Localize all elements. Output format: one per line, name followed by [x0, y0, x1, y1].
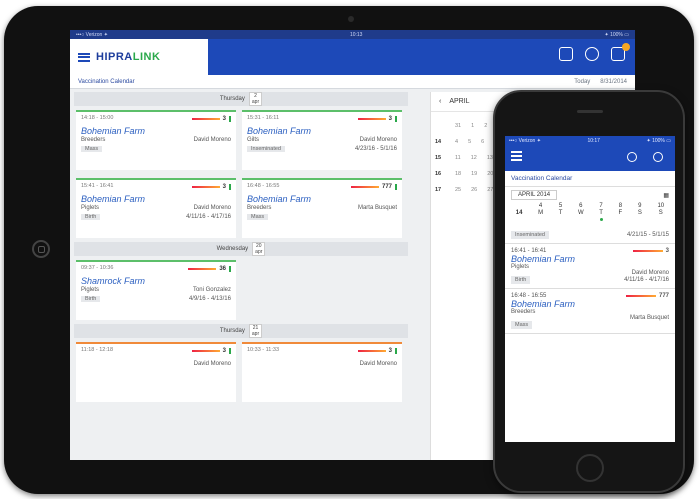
- chat-icon[interactable]: [559, 47, 573, 61]
- week-day[interactable]: 7T: [599, 203, 603, 221]
- status-badge: Inseminated: [247, 146, 285, 152]
- phone-screen: •••○ Verizon ✦ 10:17 ✦ 100% ▭ Vaccination …: [505, 136, 675, 442]
- day-header: Wednesday 20 apr: [74, 242, 408, 256]
- phone-speaker: [577, 110, 603, 113]
- home-button-icon[interactable]: [32, 240, 50, 258]
- vaccination-card[interactable]: 11:18 - 12:18 3 David Moreno: [76, 342, 236, 402]
- farm-name: Bohemian Farm: [247, 194, 312, 204]
- brand-logo[interactable]: HIPRALINK: [96, 51, 160, 63]
- chevron-left-icon[interactable]: ‹: [439, 98, 441, 105]
- status-badge: Birth: [511, 276, 531, 284]
- farm-name: Bohemian Farm: [81, 194, 146, 204]
- vaccination-card[interactable]: 15:41 - 16:41 3 Bohemian Farm Piglets Dav…: [76, 178, 236, 238]
- list-item[interactable]: 16:41 - 16:41 3 Bohemian Farm Piglets Dav…: [505, 244, 675, 289]
- farm-name: Shamrock Farm: [81, 276, 146, 286]
- week-day[interactable]: 8F: [619, 203, 623, 221]
- tablet-camera: [348, 16, 354, 22]
- page-title: Vaccination Calendar: [505, 171, 675, 187]
- menu-icon[interactable]: [511, 151, 522, 161]
- farm-name: Bohemian Farm: [511, 299, 576, 309]
- phone-status-bar: •••○ Verizon ✦ 10:17 ✦ 100% ▭: [505, 136, 675, 145]
- phone-header: [505, 145, 675, 171]
- week-day[interactable]: 4M: [538, 203, 543, 221]
- list-item[interactable]: 16:48 - 16:55 777 Bohemian Farm Breeders …: [505, 289, 675, 334]
- week-day[interactable]: 9S: [638, 203, 642, 221]
- status-bar: •••○ Verizon ✦ 10:13 ✦ 100% ▭: [70, 30, 635, 39]
- status-badge: Mass: [81, 146, 103, 152]
- week-day[interactable]: 5T: [559, 203, 563, 221]
- app-header: HIPRALINK: [70, 39, 635, 75]
- vaccination-card[interactable]: 09:37 - 10:36 36 Shamrock Farm Piglets To…: [76, 260, 236, 320]
- battery-text: ✦ 100% ▭: [604, 31, 629, 38]
- calendar-icon[interactable]: ▦: [663, 192, 669, 199]
- status-badge: Birth: [81, 296, 101, 302]
- home-button-icon[interactable]: [576, 454, 604, 482]
- clock-text: 10:13: [349, 31, 363, 38]
- week-day[interactable]: 10 S: [657, 203, 664, 221]
- month-title: APRIL: [449, 98, 470, 105]
- list-item[interactable]: Inseminated 4/21/15 - 5/1/15: [505, 227, 675, 244]
- week-strip: 14 4M 5T 6W 7T 8F 9S 10 S: [505, 203, 675, 221]
- header-actions: [559, 43, 630, 61]
- carrier-text: •••○ Verizon ✦: [76, 31, 108, 38]
- settings-icon[interactable]: [627, 152, 637, 162]
- device-scene: •••○ Verizon ✦ 10:13 ✦ 100% ▭ HIPRALINK …: [0, 0, 699, 499]
- today-button[interactable]: Today: [574, 79, 590, 85]
- calendar-list: Thursday 2 apr 14:18 - 15:00 3 Bohemian F…: [74, 92, 408, 460]
- farm-name: Bohemian Farm: [81, 126, 146, 136]
- phone-frame: •••○ Verizon ✦ 10:17 ✦ 100% ▭ Vaccination …: [493, 90, 685, 493]
- settings-icon[interactable]: [585, 47, 599, 61]
- vaccination-card[interactable]: 16:48 - 16:55 777 Bohemian Farm Breeders…: [242, 178, 402, 238]
- farm-name: Bohemian Farm: [511, 254, 576, 264]
- status-badge: Inseminated: [511, 231, 549, 239]
- month-select[interactable]: APRIL 2014: [511, 190, 558, 200]
- subheader: Vaccination Calendar Today 8/31/2014: [70, 75, 635, 89]
- farm-name: Bohemian Farm: [247, 126, 312, 136]
- day-header: Thursday 21 apr: [74, 324, 408, 338]
- status-badge: Birth: [81, 214, 101, 220]
- week-day[interactable]: 6W: [578, 203, 584, 221]
- vaccination-card[interactable]: 14:18 - 15:00 3 Bohemian Farm Breeders Da…: [76, 110, 236, 170]
- status-badge: Mass: [511, 321, 533, 329]
- vaccination-card[interactable]: 10:33 - 11:33 3 David Moreno: [242, 342, 402, 402]
- status-badge: Mass: [247, 214, 269, 220]
- page-title: Vaccination Calendar: [78, 78, 135, 85]
- day-header: Thursday 2 apr: [74, 92, 408, 106]
- notifications-icon[interactable]: [611, 43, 630, 61]
- menu-icon[interactable]: [78, 52, 90, 62]
- vaccination-card[interactable]: 15:31 - 16:11 3 Bohemian Farm Gilts David…: [242, 110, 402, 170]
- brand-area: HIPRALINK: [70, 39, 208, 75]
- date-selector[interactable]: 8/31/2014: [600, 79, 627, 85]
- notifications-icon[interactable]: [653, 152, 663, 162]
